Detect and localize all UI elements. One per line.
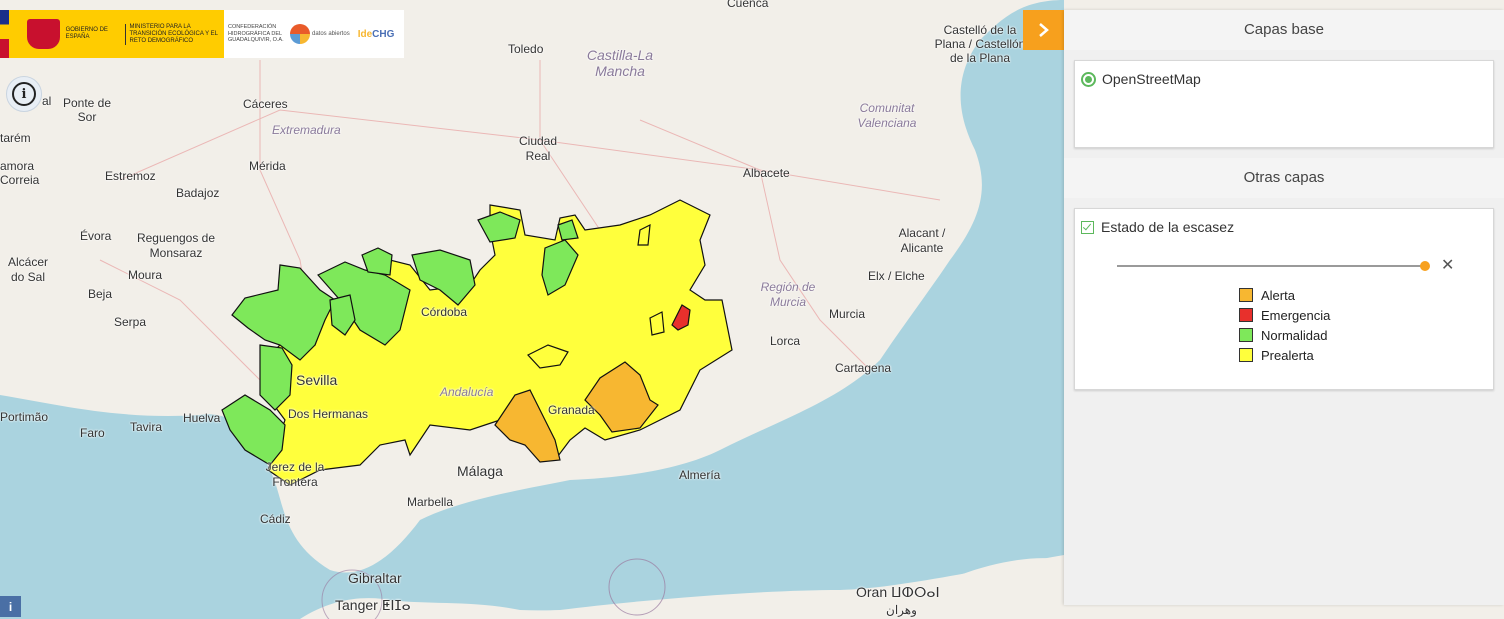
info-button[interactable]: i <box>6 76 42 112</box>
map-view[interactable]: Cuenca Toledo Castilla-La Mancha Castell… <box>0 0 1064 619</box>
map-label: Córdoba <box>421 305 468 319</box>
map-label: Portimão <box>0 410 49 424</box>
legend-label: Alerta <box>1261 287 1295 303</box>
legend: Alerta Emergencia Normalidad Prealerta <box>1239 285 1493 365</box>
legend-item: Alerta <box>1239 285 1493 305</box>
map-label: Albacete <box>743 166 790 180</box>
map-label: Jerez de la Frontera <box>265 460 325 489</box>
checkbox-checked-icon[interactable] <box>1081 220 1094 234</box>
legend-swatch <box>1239 348 1253 362</box>
opacity-slider-thumb[interactable] <box>1420 261 1430 271</box>
map-label: Cáceres <box>243 97 288 111</box>
map-label: Toledo <box>508 42 544 56</box>
map-label: Beja <box>88 287 113 301</box>
legend-item: Normalidad <box>1239 325 1493 345</box>
map-label: Serpa <box>114 315 147 329</box>
idechg-suffix: CHG <box>372 28 395 40</box>
legend-swatch <box>1239 308 1253 322</box>
overlay-layer-option[interactable]: Estado de la escasez <box>1075 209 1493 235</box>
map-label: Cartagena <box>835 361 892 375</box>
chevron-right-icon <box>1038 23 1049 37</box>
datos-abiertos-text: datos abiertos <box>312 31 350 37</box>
legend-label: Normalidad <box>1261 327 1328 343</box>
map-label: Comunitat Valenciana <box>857 101 917 130</box>
map-label: Gibraltar <box>348 570 402 586</box>
map-label: Ponte de Sor <box>62 96 112 124</box>
map-label: Alcácer do Sal <box>7 255 48 284</box>
map-label: Castilla-La Mancha <box>586 47 654 79</box>
legend-item: Prealerta <box>1239 345 1493 365</box>
map-label: Estremoz <box>105 169 156 183</box>
base-layer-option[interactable]: OpenStreetMap <box>1075 61 1493 87</box>
map-label: Oran ⵡⵀⵔⴰⵏ <box>856 584 940 600</box>
coat-of-arms-icon <box>27 19 60 49</box>
legend-item: Emergencia <box>1239 305 1493 325</box>
info-icon: i <box>12 82 36 106</box>
base-layers-title: Capas base <box>1064 10 1504 50</box>
map-label: Badajoz <box>176 186 220 200</box>
overlay-layer-label: Estado de la escasez <box>1101 219 1235 235</box>
eu-flag-icon <box>0 10 10 58</box>
legend-swatch <box>1239 328 1253 342</box>
other-layers-card: Estado de la escasez ✕ Alerta Emergencia N… <box>1074 208 1494 390</box>
idechg-logo: IdeCHG <box>358 29 395 40</box>
map-label: Andalucía <box>440 385 494 399</box>
legend-swatch <box>1239 288 1253 302</box>
base-layer-label: OpenStreetMap <box>1102 71 1201 87</box>
map-label: Tavira <box>130 420 163 434</box>
map-label: Lorca <box>770 334 801 348</box>
map-label: Región de Murcia <box>760 280 816 309</box>
panel-toggle-button[interactable] <box>1023 10 1064 50</box>
map-label: وهران <box>886 603 917 617</box>
map-label: Reguengos de Monsaraz <box>136 231 216 260</box>
map-label: Cádiz <box>260 512 291 526</box>
map-label: Faro <box>80 426 105 440</box>
map-label: amora <box>0 159 35 173</box>
map-label: Dos Hermanas <box>288 407 369 421</box>
idechg-prefix: Ide <box>357 28 373 40</box>
map-label: Murcia <box>829 307 866 321</box>
gov-text: GOBIERNO DE ESPAÑA <box>65 27 108 40</box>
map-label: Évora <box>80 229 112 243</box>
map-label: Cuenca <box>727 0 769 10</box>
map-label: Málaga <box>457 463 503 479</box>
datos-abiertos-icon <box>290 24 310 44</box>
map-label: tarém <box>0 131 31 145</box>
map-label: Huelva <box>183 411 221 425</box>
layers-panel: Capas base OpenStreetMap Otras capas Est… <box>1064 10 1504 605</box>
map-label: Tanger ⵟⵏⵊⴰ <box>335 597 411 613</box>
logo-bar: GOBIERNO DE ESPAÑA MINISTERIO PARA LA TR… <box>0 10 404 58</box>
close-icon[interactable]: ✕ <box>1441 255 1454 275</box>
legend-label: Prealerta <box>1261 347 1314 363</box>
map-canvas <box>0 0 1064 619</box>
map-label: al <box>42 94 52 108</box>
opacity-slider-track[interactable] <box>1117 265 1425 267</box>
map-label: Marbella <box>407 495 454 509</box>
map-label: Correia <box>0 173 40 187</box>
map-label: Granada <box>548 403 595 417</box>
map-label: Mérida <box>249 159 286 173</box>
map-label: Moura <box>128 268 163 282</box>
opacity-slider-row: ✕ <box>1075 243 1493 283</box>
map-label: Castelló de la Plana / Castellón de la P… <box>934 23 1026 65</box>
datos-abiertos-logo: datos abiertos <box>290 24 350 44</box>
base-layers-card: OpenStreetMap <box>1074 60 1494 148</box>
map-label: Elx / Elche <box>868 269 925 283</box>
map-label: Sevilla <box>296 372 338 388</box>
other-layers-title: Otras capas <box>1064 158 1504 198</box>
chg-logo-text: CONFEDERACIÓN HIDROGRÁFICA DEL GUADALQUI… <box>228 24 284 44</box>
map-label: Ciudad Real <box>518 134 558 163</box>
map-label: Extremadura <box>272 123 341 137</box>
map-label: Alacant / Alicante <box>898 226 946 255</box>
legend-label: Emergencia <box>1261 307 1331 323</box>
government-logo: GOBIERNO DE ESPAÑA MINISTERIO PARA LA TR… <box>0 10 224 58</box>
radio-selected-icon[interactable] <box>1081 71 1096 87</box>
map-label: Almería <box>679 468 721 482</box>
ministry-text: MINISTERIO PARA LA TRANSICIÓN ECOLÓGICA … <box>124 23 225 45</box>
attribution-button[interactable]: i <box>0 596 21 617</box>
